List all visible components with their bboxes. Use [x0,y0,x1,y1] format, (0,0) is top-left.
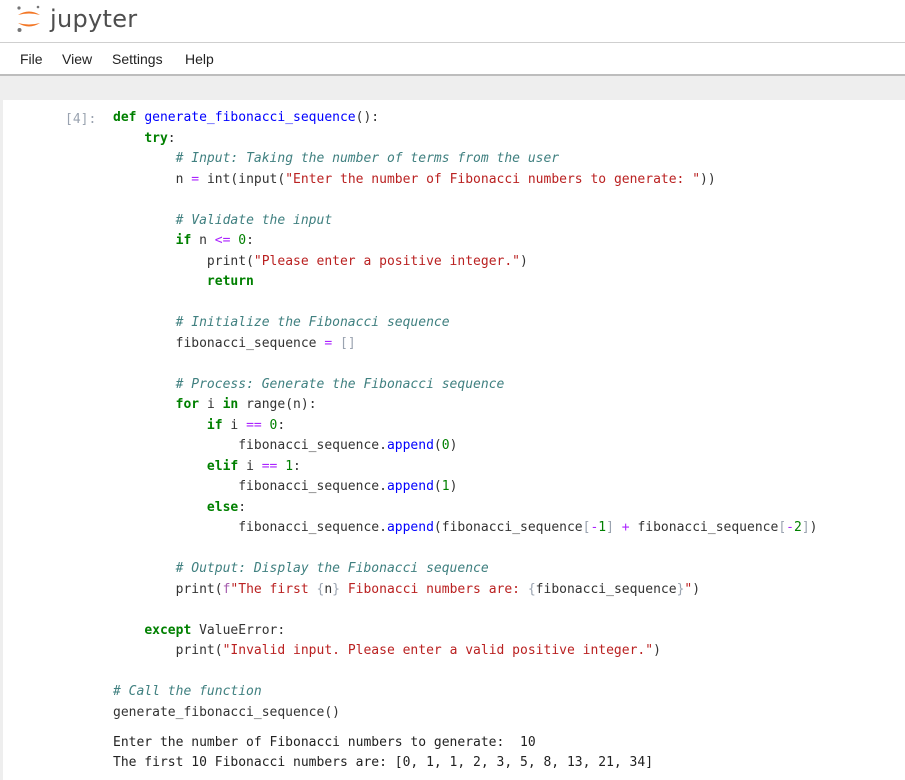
code-line: fibonacci_sequence.append(1) [238,479,458,494]
output-line: Enter the number of Fibonacci numbers to… [113,735,536,750]
code-line: if n <= 0: [175,233,254,248]
code-line: generate_fibonacci_sequence() [113,704,340,720]
code-line: def generate_fibonacci_sequence(): [113,110,380,125]
code-line: else: [206,499,247,515]
code-line: except ValueError: [144,622,286,638]
output-line: The first 10 Fibonacci numbers are: [0, … [113,754,654,770]
code-line: # Initialize the Fibonacci sequence [175,315,450,330]
code-line: for i in range(n): [175,397,317,412]
code-cell-editor[interactable]: def generate_fibonacci_sequence(): try: … [113,108,817,723]
cell-prompt: [4]: [65,112,97,127]
code-line: # Input: Taking the number of terms from… [175,151,560,166]
code-line: ​ [113,539,817,560]
code-line: n = int(input("Enter the number of Fibon… [175,171,716,187]
code-line: # Call the function [113,684,262,699]
jupyter-logo[interactable]: jupyter [16,4,137,34]
menu-settings[interactable]: Settings [112,51,163,67]
menu-file[interactable]: File [20,51,43,67]
code-line: print("Invalid input. Please enter a val… [175,643,661,658]
code-line: return [206,274,254,289]
code-line: if i == 0: [206,417,286,433]
menu-view[interactable]: View [62,51,92,67]
code-line: ​ [113,354,817,375]
notebook-panel: [4]: def generate_fibonacci_sequence(): … [3,100,905,780]
code-line: fibonacci_sequence.append(fibonacci_sequ… [238,520,818,535]
code-line: # Validate the input [175,212,333,228]
jupyter-logo-icon [17,5,40,32]
code-line: try: [144,130,176,146]
code-line: elif i == 1: [206,458,301,474]
menu-help[interactable]: Help [185,51,214,67]
code-line: ​ [113,190,817,211]
cell-output: Enter the number of Fibonacci numbers to… [113,733,653,772]
code-line: ​ [113,600,817,621]
code-line: print("Please enter a positive integer."… [206,253,528,269]
code-line: fibonacci_sequence.append(0) [238,438,458,453]
code-line: ​ [113,293,817,314]
menu-bar: File View Settings Help [0,43,905,76]
code-line: ​ [113,662,817,683]
code-line: fibonacci_sequence = [] [175,335,356,351]
code-line: # Output: Display the Fibonacci sequence [175,561,489,576]
app-title: jupyter [50,5,138,33]
code-line: print(f"The first {n} Fibonacci numbers … [175,581,701,597]
top-bar: jupyter [0,0,905,43]
code-line: # Process: Generate the Fibonacci sequen… [175,376,505,392]
